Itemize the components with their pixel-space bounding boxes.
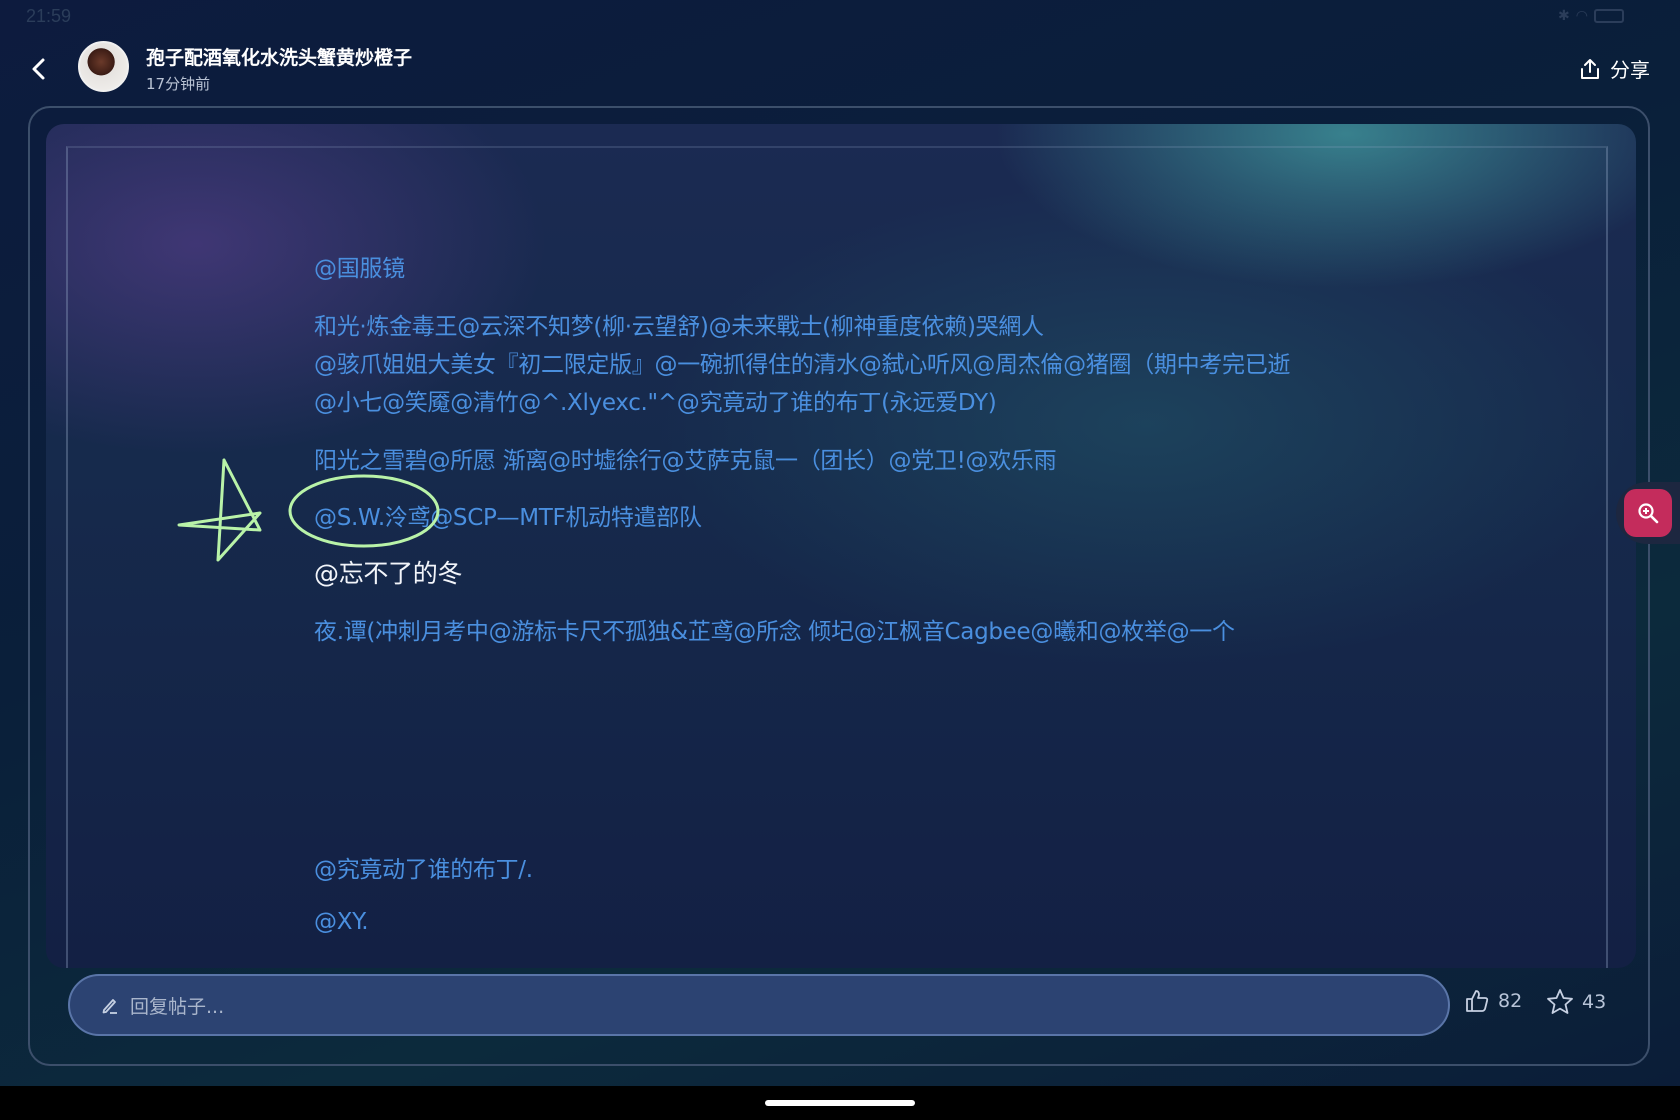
zoom-button[interactable] [1616, 482, 1680, 544]
status-icons: ✱ ◠ [1558, 8, 1624, 24]
mention-line: @忘不了的冬 [314, 559, 463, 588]
avatar[interactable] [78, 41, 129, 92]
mention-line: @XY. [314, 909, 369, 935]
back-button[interactable] [24, 54, 54, 84]
share-button[interactable]: 分享 [1578, 54, 1650, 83]
status-time: 21:59 [26, 6, 72, 26]
battery-icon [1594, 9, 1624, 23]
wifi-icon: ◠ [1575, 8, 1588, 24]
post-header: 孢子配酒氧化水洗头蟹黄炒橙子 17分钟前 分享 [0, 36, 1680, 102]
share-icon [1581, 58, 1599, 79]
star-icon [1547, 989, 1573, 1014]
mention-line: @S.W.泠鸢@SCP—MTF机动特遣部队 [314, 505, 702, 531]
reply-placeholder: 回复帖子... [130, 995, 225, 1018]
favorite-count: 43 [1582, 991, 1607, 1013]
share-label: 分享 [1610, 58, 1650, 82]
post-timestamp: 17分钟前 [146, 75, 211, 93]
favorite-button[interactable]: 43 [1546, 988, 1606, 1016]
back-arrow-icon [32, 58, 45, 80]
mention-line: @究竟动了谁的布丁/. [314, 857, 533, 883]
mention-line: @骇爪姐姐大美女『初二限定版』@一碗抓得住的清水@弑心听风@周杰倫@猪圈（期中考… [314, 352, 1291, 378]
post-image[interactable] [46, 124, 1636, 968]
mention-line: 夜.谭(冲刺月考中@游标卡尺不孤独&芷鸢@所念 倾圮@江枫音Cagbee@曦和@… [314, 619, 1235, 645]
mention-line: @国服镜 [314, 256, 405, 282]
author-name[interactable]: 孢子配酒氧化水洗头蟹黄炒橙子 [146, 43, 412, 70]
thumbs-up-icon [1466, 990, 1489, 1012]
mention-line: 阳光之雪碧@所愿 渐离@时墟徐行@艾萨克鼠一（团长）@党卫!@欢乐雨 [314, 448, 1057, 474]
zoom-in-icon [1638, 503, 1659, 524]
home-indicator[interactable] [765, 1100, 915, 1106]
like-button[interactable]: 82 [1464, 988, 1522, 1014]
mention-line: @小七@笑魇@清竹@^.Xlyexc."^@究竟动了谁的布丁(永远爱DY) [314, 390, 997, 416]
reply-bar: 回复帖子... 82 43 [40, 958, 1640, 1046]
pencil-icon [102, 999, 117, 1014]
image-frame [66, 146, 1608, 968]
bluetooth-icon: ✱ [1558, 8, 1570, 24]
reply-input[interactable]: 回复帖子... [68, 974, 1450, 1036]
zoom-button-face [1624, 489, 1672, 537]
mention-line: 和光·炼金毒王@云深不知梦(柳·云望舒)@未来戰士(柳神重度依赖)哭網人 [314, 314, 1044, 340]
like-count: 82 [1498, 990, 1523, 1012]
